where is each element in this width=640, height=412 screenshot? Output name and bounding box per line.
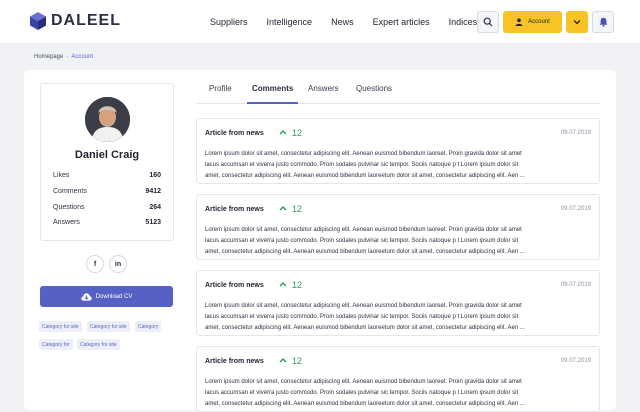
comment-line: amet, consectetur adipiscing elit. Aenea… xyxy=(205,401,525,407)
facebook-icon: f xyxy=(93,260,97,268)
comment-votes[interactable]: 12 xyxy=(279,280,302,290)
comment-vote-count: 12 xyxy=(292,356,303,366)
category-tag[interactable]: Category for xyxy=(39,339,73,350)
comment-card[interactable]: Article from news 12 09.07.2019 Lorem ip… xyxy=(196,346,600,412)
profile-name: Daniel Craig xyxy=(74,149,140,161)
breadcrumb-home[interactable]: Homepage xyxy=(34,54,63,60)
comment-line: amet, consectetur adipiscing elit. Aenea… xyxy=(205,173,525,179)
breadcrumb-separator: - xyxy=(66,54,69,60)
search-button[interactable] xyxy=(477,11,499,33)
breadcrumb: Homepage - Account xyxy=(34,54,93,60)
active-tab-indicator xyxy=(247,102,298,104)
comment-line: lacus accumsan et viverra justo commodo.… xyxy=(205,314,519,320)
stat-label: Questions xyxy=(53,204,85,211)
download-cv-label: Download CV xyxy=(95,293,133,300)
logo-text: DALEEL xyxy=(51,12,121,29)
avatar-photo xyxy=(85,97,130,142)
account-label: Account xyxy=(528,19,550,25)
linkedin-button[interactable]: in xyxy=(109,255,127,273)
comment-date: 09.07.2019 xyxy=(560,206,591,212)
category-tag[interactable]: Category for site xyxy=(39,321,82,332)
arrow-up-icon xyxy=(279,130,287,135)
avatar xyxy=(85,97,130,142)
account-dropdown-button[interactable] xyxy=(566,11,588,33)
comment-vote-count: 12 xyxy=(292,128,303,138)
top-header: DALEEL Suppliers Intelligence News Exper… xyxy=(0,0,640,44)
comment-line: amet, consectetur adipiscing elit. Aenea… xyxy=(205,325,525,331)
notifications-button[interactable] xyxy=(592,11,614,33)
comment-date: 09.07.2019 xyxy=(560,358,591,364)
main-nav: Suppliers Intelligence News Expert artic… xyxy=(210,0,496,44)
nav-item-indices[interactable]: Indices xyxy=(449,17,478,27)
comment-vote-count: 12 xyxy=(292,280,303,290)
stat-value: 264 xyxy=(149,204,161,211)
facebook-button[interactable]: f xyxy=(86,255,104,273)
stat-value: 9412 xyxy=(145,188,161,195)
comment-title[interactable]: Article from news xyxy=(205,358,264,365)
comment-vote-count: 12 xyxy=(292,204,303,214)
logo-cube-icon xyxy=(30,12,46,30)
comment-card[interactable]: Article from news 12 09.07.2019 Lorem ip… xyxy=(196,194,600,260)
tab-questions[interactable]: Questions xyxy=(356,84,392,93)
comment-line: Lorem ipsum dolor sit amet, consectetur … xyxy=(205,227,522,233)
nav-item-news[interactable]: News xyxy=(331,17,354,27)
tab-answers[interactable]: Answers xyxy=(308,84,339,93)
comment-votes[interactable]: 12 xyxy=(279,128,302,138)
stat-questions: Questions 264 xyxy=(53,204,161,211)
comment-line: Lorem ipsum dolor sit amet, consectetur … xyxy=(205,303,522,309)
linkedin-icon: in xyxy=(114,260,122,268)
category-tag[interactable]: Category xyxy=(135,321,162,332)
comment-date: 09.07.2019 xyxy=(560,282,591,288)
stat-answers: Answers 5123 xyxy=(53,219,161,226)
comment-title[interactable]: Article from news xyxy=(205,282,264,289)
stat-value: 5123 xyxy=(145,219,161,226)
nav-item-suppliers[interactable]: Suppliers xyxy=(210,17,248,27)
nav-item-expert-articles[interactable]: Expert articles xyxy=(373,17,430,27)
user-icon xyxy=(515,18,523,26)
stat-label: Likes xyxy=(53,172,70,179)
comment-votes[interactable]: 12 xyxy=(279,356,302,366)
breadcrumb-current[interactable]: Account xyxy=(71,54,93,60)
account-button[interactable]: Account xyxy=(503,11,562,33)
nav-item-intelligence[interactable]: Intelligence xyxy=(267,17,313,27)
comment-line: Lorem ipsum dolor sit amet, consectetur … xyxy=(205,379,522,385)
comment-card[interactable]: Article from news 12 09.07.2019 Lorem ip… xyxy=(196,118,600,184)
arrow-up-icon xyxy=(279,358,287,363)
download-cv-button[interactable]: Download CV xyxy=(40,286,173,307)
profile-card: Daniel Craig Likes 160 Comments 9412 Que… xyxy=(40,83,174,241)
stat-likes: Likes 160 xyxy=(53,172,161,179)
comment-line: Lorem ipsum dolor sit amet, consectetur … xyxy=(205,151,522,157)
comment-card[interactable]: Article from news 12 09.07.2019 Lorem ip… xyxy=(196,270,600,336)
stat-value: 160 xyxy=(149,172,161,179)
comment-line: lacus accumsan et viverra justo commodo.… xyxy=(205,162,519,168)
comment-body: Lorem ipsum dolor sit amet, consectetur … xyxy=(205,301,591,334)
arrow-up-icon xyxy=(279,282,287,287)
tab-profile[interactable]: Profile xyxy=(209,84,232,93)
category-tag[interactable]: Category for site xyxy=(87,321,130,332)
comment-body: Lorem ipsum dolor sit amet, consectetur … xyxy=(205,225,591,258)
comment-title[interactable]: Article from news xyxy=(205,206,264,213)
comment-line: amet, consectetur adipiscing elit. Aenea… xyxy=(205,249,525,255)
tab-comments[interactable]: Comments xyxy=(252,84,293,93)
chevron-down-icon xyxy=(573,20,581,25)
logo[interactable]: DALEEL xyxy=(30,12,121,30)
comment-line: lacus accumsan et viverra justo commodo.… xyxy=(205,390,519,396)
cloud-download-icon xyxy=(80,292,92,301)
search-icon xyxy=(483,17,493,27)
arrow-up-icon xyxy=(279,206,287,211)
comment-line: lacus accumsan et viverra justo commodo.… xyxy=(205,238,519,244)
stat-label: Answers xyxy=(53,219,80,226)
comment-body: Lorem ipsum dolor sit amet, consectetur … xyxy=(205,149,591,182)
comment-date: 09.07.2019 xyxy=(560,130,591,136)
comment-body: Lorem ipsum dolor sit amet, consectetur … xyxy=(205,377,591,410)
stat-label: Comments xyxy=(53,188,87,195)
comment-title[interactable]: Article from news xyxy=(205,130,264,137)
category-tag[interactable]: Category for site xyxy=(77,339,120,350)
stat-comments: Comments 9412 xyxy=(53,188,161,195)
comment-votes[interactable]: 12 xyxy=(279,204,302,214)
profile-tabs: Profile Comments Answers Questions xyxy=(196,76,600,104)
bell-icon xyxy=(599,17,607,27)
